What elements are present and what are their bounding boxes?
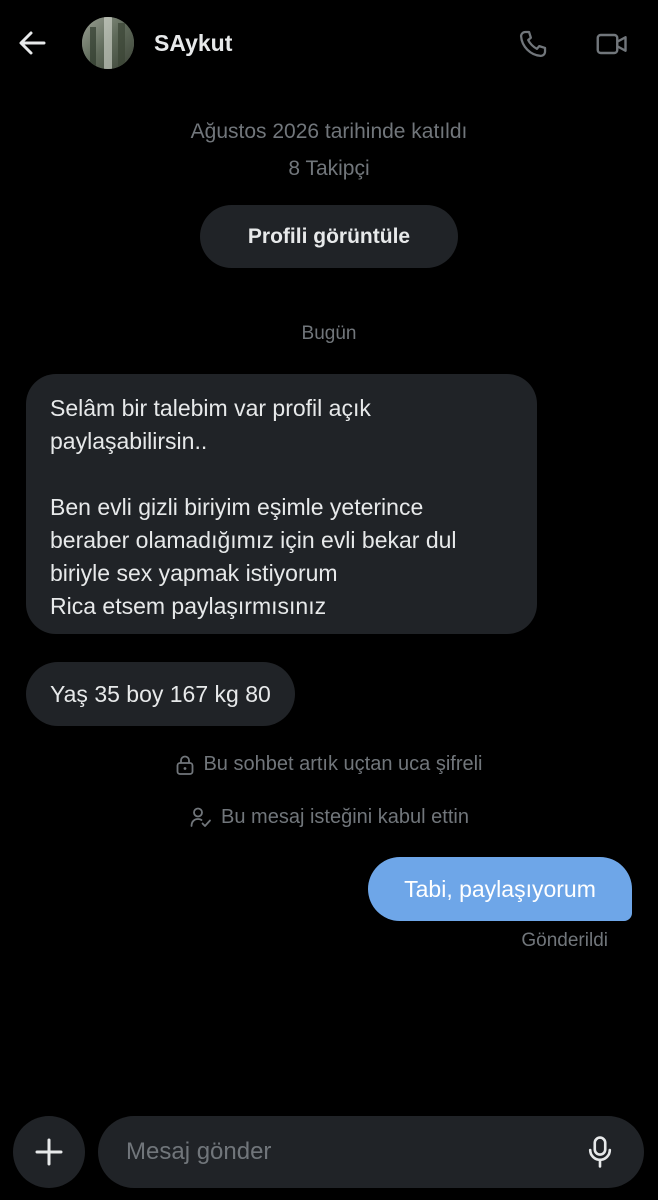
sent-status: Gönderildi [521, 930, 608, 951]
username[interactable]: SAykut [154, 30, 232, 57]
conversation-header: SAykut [0, 0, 658, 88]
person-check-icon [189, 805, 213, 829]
video-call-button[interactable] [592, 24, 632, 64]
message-text: Yaş 35 boy 167 kg 80 [50, 680, 271, 707]
back-button[interactable] [12, 23, 52, 63]
video-camera-icon [596, 33, 627, 55]
call-button[interactable] [513, 24, 553, 64]
message-line: biriyle sex yapmak istiyorum [50, 560, 338, 586]
message-bubble-incoming[interactable]: Yaş 35 boy 167 kg 80 [26, 662, 295, 726]
message-line: Rica etsem paylaşırmısınız [50, 593, 327, 619]
request-accepted-notice: Bu mesaj isteğini kabul ettin [0, 805, 658, 829]
phone-icon [519, 30, 547, 58]
message-bubble-incoming[interactable]: Selâm bir talebim var profil açık paylaş… [26, 374, 537, 634]
message-text: Tabi, paylaşıyorum [404, 875, 596, 902]
plus-icon [35, 1138, 63, 1166]
message-line: paylaşabilirsin.. [50, 428, 208, 454]
encryption-notice-text: Bu sohbet artık uçtan uca şifreli [203, 753, 483, 775]
date-separator: Bugün [301, 323, 357, 344]
joined-date: Ağustos 2026 tarihinde katıldı [190, 120, 468, 143]
avatar-image [82, 17, 134, 69]
message-input[interactable] [126, 1116, 566, 1188]
view-profile-button[interactable]: Profili görüntüle [200, 205, 458, 268]
message-line: Selâm bir talebim var profil açık [50, 395, 371, 421]
request-accepted-text: Bu mesaj isteğini kabul ettin [221, 805, 469, 828]
lock-icon [175, 754, 195, 776]
message-line: Ben evli gizli biriyim eşimle yeterince [50, 494, 424, 520]
avatar[interactable] [82, 17, 134, 69]
message-line: beraber olamadığımız için evli bekar dul [50, 527, 457, 553]
add-attachment-button[interactable] [13, 1116, 85, 1188]
followers-count[interactable]: 8 Takipçi [0, 157, 658, 181]
arrow-left-icon [19, 31, 46, 55]
voice-message-button[interactable] [580, 1132, 620, 1172]
microphone-icon [588, 1136, 612, 1168]
encryption-notice: Bu sohbet artık uçtan uca şifreli [0, 753, 658, 776]
message-composer [98, 1116, 644, 1188]
message-bubble-outgoing[interactable]: Tabi, paylaşıyorum [368, 857, 632, 921]
